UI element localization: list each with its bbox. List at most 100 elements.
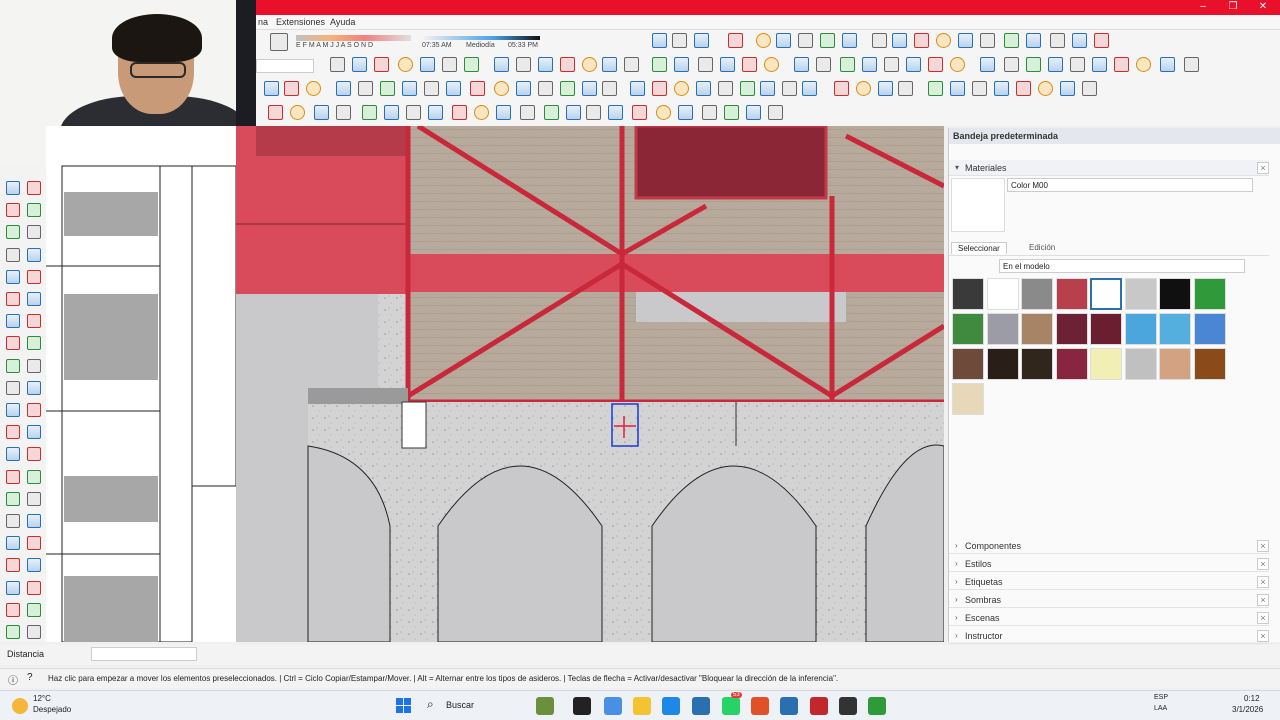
toolbar-tool-icon[interactable] (452, 105, 467, 120)
app-icon[interactable] (536, 697, 554, 715)
left-tool-icon[interactable] (6, 558, 20, 573)
toolbar-tool-icon[interactable] (624, 57, 639, 72)
toolbar-tool-icon[interactable] (630, 81, 645, 96)
left-tool-icon[interactable] (6, 203, 20, 218)
left-tool-icon[interactable] (27, 425, 41, 440)
material-swatch[interactable] (1055, 348, 1088, 380)
toolbar-tool-icon[interactable] (516, 81, 531, 96)
toolbar-tool-icon[interactable] (602, 81, 617, 96)
left-tool-icon[interactable] (27, 602, 41, 617)
left-tool-icon[interactable] (27, 514, 41, 528)
material-swatch[interactable] (1159, 348, 1191, 380)
left-tool-icon[interactable] (27, 269, 41, 284)
toolbar-tool-icon[interactable] (380, 81, 395, 96)
clock-date[interactable]: 3/1/2026 (1232, 705, 1263, 714)
toolbar-tool-icon[interactable] (652, 33, 667, 48)
left-tool-icon[interactable] (6, 536, 20, 551)
toolbar-tool-icon[interactable] (652, 57, 667, 72)
toolbar-tool-icon[interactable] (494, 81, 509, 96)
toolbar-tool-icon[interactable] (698, 57, 713, 72)
toolbar-tool-icon[interactable] (362, 105, 377, 120)
toolbar-tool-icon[interactable] (1160, 57, 1175, 72)
left-tool-icon[interactable] (27, 558, 41, 573)
windows-start-icon[interactable] (396, 698, 412, 714)
left-tool-icon[interactable] (6, 247, 20, 262)
material-swatch[interactable] (1090, 348, 1122, 380)
toolbar-tool-icon[interactable] (1082, 81, 1097, 96)
toolbar-tool-icon[interactable] (820, 33, 835, 48)
toolbar-tool-icon[interactable] (746, 105, 761, 120)
toolbar-tool-icon[interactable] (406, 105, 421, 120)
store-icon[interactable] (692, 697, 710, 715)
toolbar-tool-icon[interactable] (678, 105, 693, 120)
toolbar-tool-icon[interactable] (672, 33, 687, 48)
toolbar-tool-icon[interactable] (980, 33, 995, 48)
left-tool-icon[interactable] (6, 625, 20, 639)
selected-element[interactable] (611, 403, 639, 447)
toolbar-tool-icon[interactable] (336, 81, 351, 96)
toolbar-tool-icon[interactable] (862, 57, 877, 72)
toolbar-tool-icon[interactable] (1004, 57, 1019, 72)
toolbar-tool-icon[interactable] (906, 57, 921, 72)
toolbar-tool-icon[interactable] (268, 105, 283, 120)
toolbar-tool-icon[interactable] (1184, 57, 1199, 72)
toolbar-tool-icon[interactable] (538, 57, 553, 72)
help-icon[interactable]: ⓘ (8, 672, 18, 687)
toolbar-tool-icon[interactable] (724, 105, 739, 120)
toolbar-tool-icon[interactable] (980, 57, 995, 72)
left-tool-icon[interactable] (6, 469, 20, 484)
material-swatch[interactable] (1055, 278, 1088, 310)
material-swatch[interactable] (1124, 313, 1157, 345)
minimize-button[interactable]: – (1188, 0, 1218, 15)
material-swatch[interactable] (1124, 348, 1157, 380)
toolbar-tool-icon[interactable] (972, 81, 987, 96)
explorer-icon[interactable] (633, 697, 651, 715)
3d-viewport[interactable] (46, 126, 944, 642)
toolbar-tool-icon[interactable] (1026, 57, 1041, 72)
left-tool-icon[interactable] (6, 314, 20, 329)
tab-edicion[interactable]: Edición (1023, 242, 1061, 253)
left-tool-icon[interactable] (27, 447, 41, 462)
toolbar-tool-icon[interactable] (538, 81, 553, 96)
toolbar-tool-icon[interactable] (742, 57, 757, 72)
material-swatch[interactable] (952, 278, 984, 310)
language-top[interactable]: ESP (1154, 694, 1168, 701)
toolbar-tool-icon[interactable] (608, 105, 623, 120)
left-tool-icon[interactable] (27, 536, 41, 551)
toolbar-tool-icon[interactable] (520, 105, 535, 120)
toolbar-tool-icon[interactable] (632, 105, 647, 120)
menu-extensiones[interactable]: Extensiones (276, 17, 325, 27)
close-icon[interactable]: × (1257, 558, 1269, 570)
toolbar-tool-icon[interactable] (496, 105, 511, 120)
toolbar-tool-icon[interactable] (284, 81, 299, 96)
tray-section-componentes[interactable]: › Componentes × (949, 538, 1269, 554)
brave-icon[interactable] (751, 697, 769, 715)
toolbar-tool-icon[interactable] (1094, 33, 1109, 48)
toolbar-tool-icon[interactable] (958, 33, 973, 48)
left-tool-icon[interactable] (27, 336, 41, 351)
shadow-toggle-icon[interactable] (270, 33, 288, 51)
left-tool-icon[interactable] (6, 491, 20, 506)
toolbar-tool-icon[interactable] (402, 81, 417, 96)
tray-section-sombras[interactable]: › Sombras × (949, 592, 1269, 608)
toolbar-tool-icon[interactable] (384, 105, 399, 120)
material-swatch[interactable] (1193, 313, 1226, 345)
toolbar-tool-icon[interactable] (740, 81, 755, 96)
material-swatch[interactable] (1124, 278, 1157, 310)
material-swatch[interactable] (1090, 278, 1122, 310)
material-swatch[interactable] (952, 313, 984, 345)
toolbar-tool-icon[interactable] (702, 105, 717, 120)
toolbar-tool-icon[interactable] (878, 81, 893, 96)
left-tool-icon[interactable] (6, 358, 20, 373)
toolbar-tool-icon[interactable] (494, 57, 509, 72)
left-tool-icon[interactable] (27, 469, 41, 484)
toolbar-tool-icon[interactable] (782, 81, 797, 96)
close-button[interactable]: ✕ (1248, 0, 1278, 15)
measurements-input[interactable] (91, 647, 197, 661)
tray-section-instructor[interactable]: › Instructor × (949, 628, 1269, 644)
collection-dropdown[interactable]: En el modelo (999, 259, 1245, 273)
left-tool-icon[interactable] (6, 225, 20, 240)
toolbar-tool-icon[interactable] (928, 57, 943, 72)
toolbar-tool-icon[interactable] (898, 81, 913, 96)
toolbar-tool-icon[interactable] (424, 81, 439, 96)
